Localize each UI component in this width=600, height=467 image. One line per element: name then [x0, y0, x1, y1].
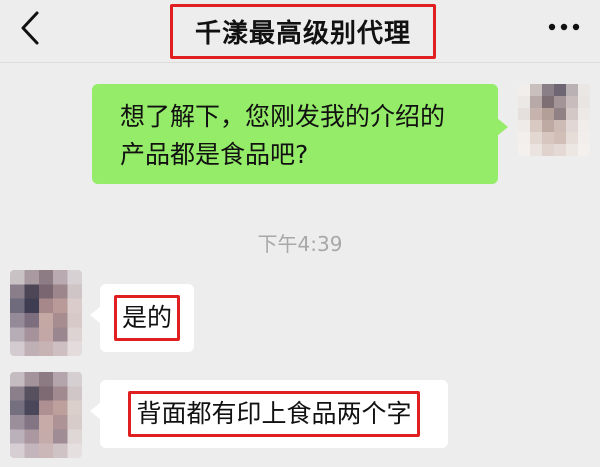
- back-button[interactable]: [10, 6, 50, 50]
- received-message-text: 是的: [113, 295, 180, 341]
- received-message-bubble[interactable]: 是的: [90, 284, 194, 352]
- chevron-left-icon: [21, 11, 39, 45]
- contact-avatar[interactable]: [10, 270, 82, 356]
- my-avatar[interactable]: [518, 84, 590, 156]
- received-message-bubble[interactable]: 背面都有印上食品两个字: [90, 380, 448, 448]
- sent-message-bubble[interactable]: 想了解下，您刚发我的介绍的 产品都是食品吧?: [92, 84, 508, 184]
- chat-title: 千漾最高级别代理: [194, 19, 411, 49]
- more-button[interactable]: [544, 12, 584, 42]
- top-navigation-bar: 千漾最高级别代理: [0, 0, 600, 63]
- message-timestamp: 下午4:39: [257, 232, 343, 256]
- sent-message-line: 产品都是食品吧?: [120, 140, 309, 169]
- received-message-text: 背面都有印上食品两个字: [128, 391, 420, 437]
- chat-title-highlight: 千漾最高级别代理: [170, 4, 436, 59]
- sent-message-line: 想了解下，您刚发我的介绍的: [120, 102, 446, 131]
- contact-avatar[interactable]: [10, 372, 82, 458]
- more-dots-icon: [548, 23, 580, 31]
